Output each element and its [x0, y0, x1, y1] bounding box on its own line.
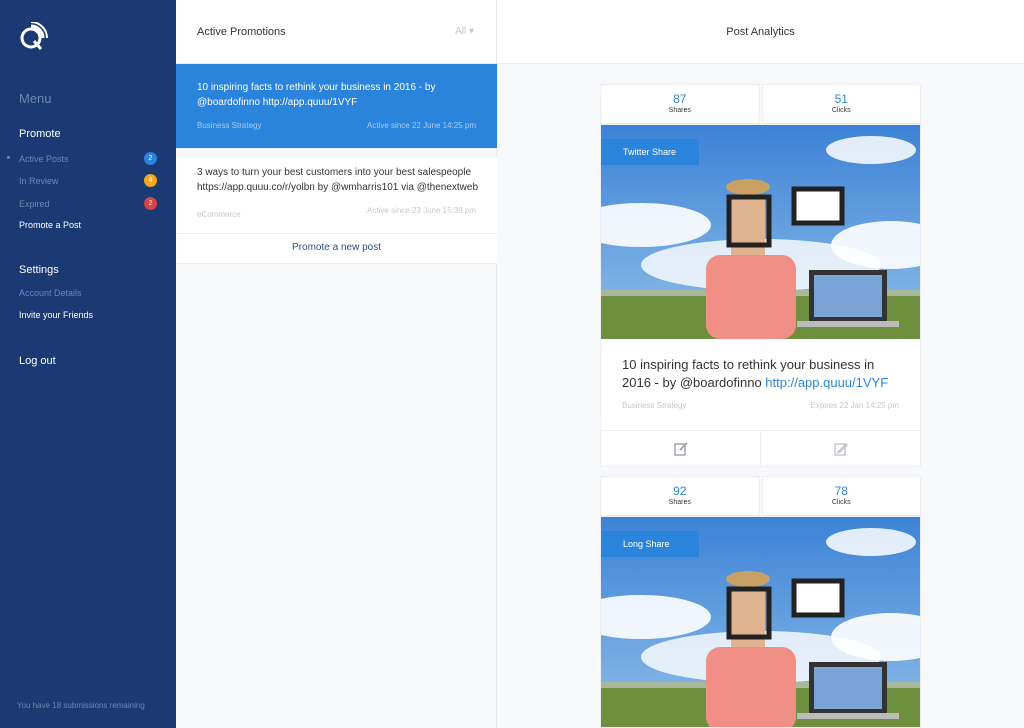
shares-label: Shares [668, 499, 691, 506]
sidebar: Menu Promote Active Posts 2 In Review 4 … [0, 0, 176, 728]
sidebar-item-label: Promote a Post [19, 220, 82, 230]
settings-section-title: Settings [19, 264, 59, 276]
post-image: Twitter Share [601, 125, 920, 339]
count-badge: 2 [144, 152, 157, 165]
promotion-since: Active since 23 June 15:39 pm [367, 206, 476, 215]
stats-row: 92 Shares 78 Clicks [600, 476, 921, 516]
clicks-label: Clicks [831, 499, 851, 506]
promotion-item[interactable]: 10 inspiring facts to rethink your busin… [176, 64, 497, 149]
post-meta: Business Strategy Expires 22 Jan 14:25 p… [622, 401, 899, 410]
clicks-stat: 78 Clicks [761, 476, 921, 516]
clicks-value: 51 [834, 92, 848, 106]
shares-label: Shares [668, 107, 691, 114]
promotion-category: eCommerce [197, 210, 241, 219]
sidebar-item-label: Active Posts [19, 153, 69, 164]
post-expires: Expires 22 Jan 14:25 pm [810, 401, 900, 410]
active-promotions-panel: Active Promotions All ▾ 10 inspiring fac… [176, 0, 497, 728]
logout-link[interactable]: Log out [19, 355, 56, 367]
sidebar-item-label: Account Details [19, 288, 82, 298]
pencil-edit-icon [833, 442, 848, 456]
post-category: Business Strategy [622, 401, 687, 410]
promotion-since: Active since 22 June 14:25 pm [367, 121, 476, 130]
sidebar-item-invite-friends[interactable]: Invite your Friends [19, 310, 157, 320]
promotion-meta: Business Strategy Active since 22 June 1… [197, 121, 476, 130]
sidebar-item-expired[interactable]: Expired 2 [19, 197, 157, 210]
post-card-body: 10 inspiring facts to rethink your busin… [601, 339, 920, 431]
promotion-meta: eCommerce Active since 23 June 15:39 pm [197, 206, 476, 219]
clicks-value: 78 [834, 484, 848, 498]
promotion-text: 3 ways to turn your best customers into … [197, 167, 479, 193]
menu-heading: Menu [19, 91, 52, 106]
clicks-label: Clicks [831, 107, 851, 114]
shares-stat: 92 Shares [600, 476, 760, 516]
sidebar-item-label: Invite your Friends [19, 310, 94, 320]
sidebar-item-label: Expired [19, 198, 50, 209]
sidebar-item-in-review[interactable]: In Review 4 [19, 174, 157, 187]
active-indicator-icon [7, 156, 10, 159]
quuu-logo-icon[interactable] [18, 22, 48, 52]
shares-value: 92 [673, 484, 687, 498]
share-type-tag: Twitter Share [601, 139, 699, 165]
submissions-remaining-note: You have 18 submissions remaining [17, 701, 145, 710]
sidebar-item-label: In Review [19, 175, 59, 186]
post-actions [601, 431, 920, 466]
analytics-header: Post Analytics [497, 0, 1024, 64]
clicks-stat: 51 Clicks [761, 84, 921, 124]
sidebar-item-promote-a-post[interactable]: Promote a Post [19, 220, 157, 230]
promotions-title: Active Promotions [197, 26, 286, 38]
post-card: Long Share [600, 516, 921, 728]
promote-new-post-button[interactable]: Promote a new post [176, 234, 497, 264]
post-link[interactable]: http://app.quuu/1VYF [765, 375, 888, 390]
count-badge: 2 [144, 197, 157, 210]
shares-value: 87 [673, 92, 687, 106]
edit-post-button[interactable] [601, 431, 760, 466]
promotion-item[interactable]: 3 ways to turn your best customers into … [176, 157, 497, 234]
shares-stat: 87 Shares [600, 84, 760, 124]
promote-section-title: Promote [19, 128, 61, 140]
sidebar-item-account-details[interactable]: Account Details [19, 288, 157, 298]
edit-text-button[interactable] [760, 431, 920, 466]
post-card: Twitter Share 10 inspiring facts to reth… [600, 124, 921, 467]
share-type-tag: Long Share [601, 531, 699, 557]
promotions-header: Active Promotions All ▾ [176, 0, 496, 64]
stats-row: 87 Shares 51 Clicks [600, 84, 921, 124]
external-edit-icon [673, 441, 688, 456]
count-badge: 4 [144, 174, 157, 187]
analytics-title: Post Analytics [726, 26, 795, 38]
post-image: Long Share [601, 517, 920, 727]
promotion-text: 10 inspiring facts to rethink your busin… [197, 82, 436, 108]
filter-dropdown[interactable]: All ▾ [455, 26, 474, 37]
post-text: 10 inspiring facts to rethink your busin… [622, 356, 902, 392]
promotion-category: Business Strategy [197, 121, 262, 130]
sidebar-item-active-posts[interactable]: Active Posts 2 [7, 152, 157, 165]
post-analytics-panel: Post Analytics 87 Shares 51 Clicks Twitt… [497, 0, 1024, 728]
